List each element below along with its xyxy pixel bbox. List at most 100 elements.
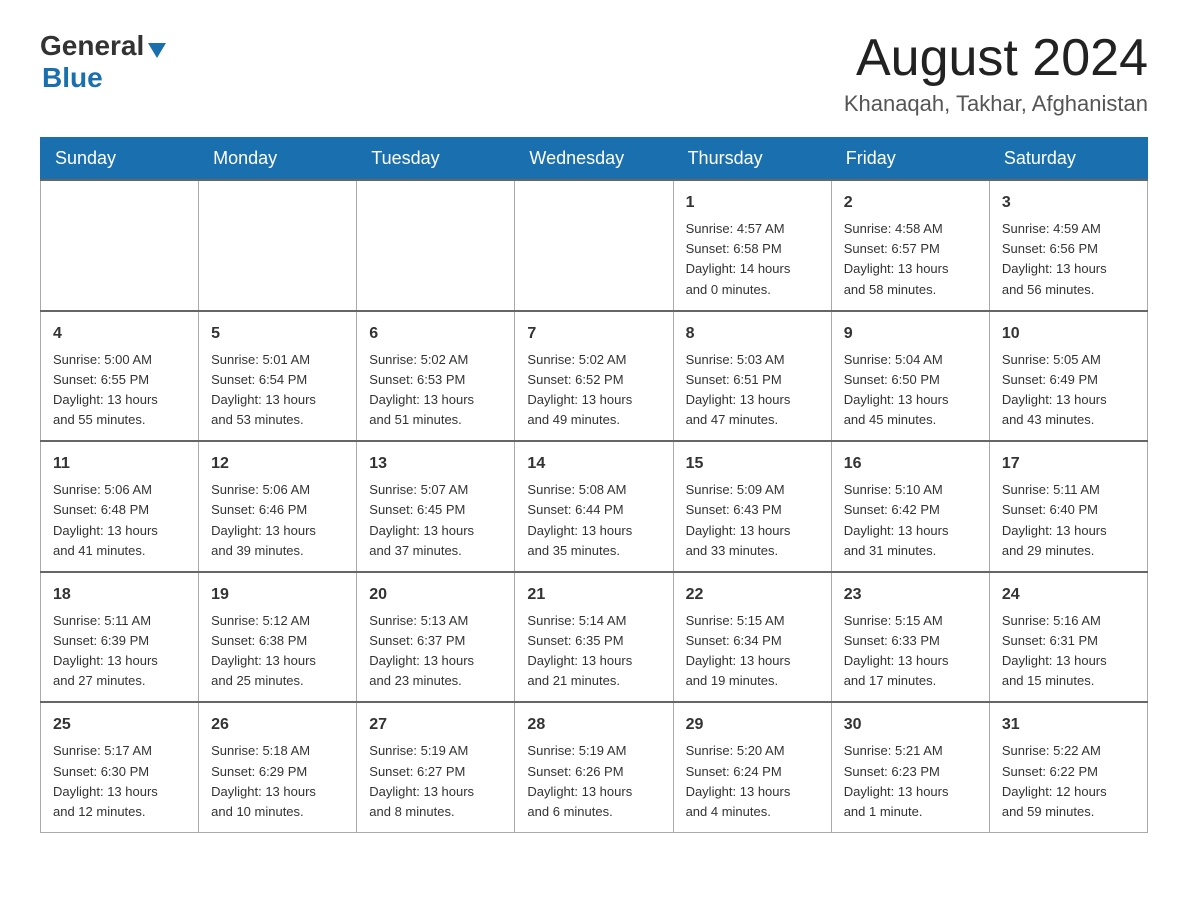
day-number: 9 [844,322,977,346]
logo-general: General [40,30,144,62]
calendar-cell: 11 Sunrise: 5:06 AM Sunset: 6:48 PM Dayli… [41,441,199,572]
calendar-cell: 31 Sunrise: 5:22 AM Sunset: 6:22 PM Dayli… [989,702,1147,832]
calendar-cell: 16 Sunrise: 5:10 AM Sunset: 6:42 PM Dayli… [831,441,989,572]
day-number: 28 [527,713,660,737]
day-number: 25 [53,713,186,737]
calendar-cell: 4 Sunrise: 5:00 AM Sunset: 6:55 PM Daylig… [41,311,199,442]
day-number: 4 [53,322,186,346]
location-subtitle: Khanaqah, Takhar, Afghanistan [844,91,1148,117]
day-info: Sunrise: 5:05 AM Sunset: 6:49 PM Dayligh… [1002,350,1135,431]
day-number: 20 [369,583,502,607]
col-friday: Friday [831,138,989,181]
calendar-cell [199,180,357,311]
day-info: Sunrise: 5:15 AM Sunset: 6:33 PM Dayligh… [844,611,977,692]
calendar-cell: 26Sunrise: 5:18 AM Sunset: 6:29 PM Dayli… [199,702,357,832]
day-info: Sunrise: 5:03 AM Sunset: 6:51 PM Dayligh… [686,350,819,431]
calendar-cell: 10Sunrise: 5:05 AM Sunset: 6:49 PM Dayli… [989,311,1147,442]
calendar-cell: 21Sunrise: 5:14 AM Sunset: 6:35 PM Dayli… [515,572,673,703]
week-row-5: 25Sunrise: 5:17 AM Sunset: 6:30 PM Dayli… [41,702,1148,832]
day-info: Sunrise: 5:21 AM Sunset: 6:23 PM Dayligh… [844,741,977,822]
calendar-cell: 5Sunrise: 5:01 AM Sunset: 6:54 PM Daylig… [199,311,357,442]
logo-blue: Blue [42,62,103,93]
calendar-cell: 23 Sunrise: 5:15 AM Sunset: 6:33 PM Dayli… [831,572,989,703]
day-number: 27 [369,713,502,737]
day-number: 15 [686,452,819,476]
col-sunday: Sunday [41,138,199,181]
page-header: General Blue August 2024 Khanaqah, Takha… [40,30,1148,117]
day-info: Sunrise: 5:02 AM Sunset: 6:53 PM Dayligh… [369,350,502,431]
day-number: 17 [1002,452,1135,476]
day-info: Sunrise: 4:57 AM Sunset: 6:58 PM Dayligh… [686,219,819,300]
day-number: 29 [686,713,819,737]
day-number: 11 [53,452,186,476]
calendar-cell: 1 Sunrise: 4:57 AM Sunset: 6:58 PM Daylig… [673,180,831,311]
week-row-1: 1 Sunrise: 4:57 AM Sunset: 6:58 PM Daylig… [41,180,1148,311]
day-number: 26 [211,713,344,737]
calendar-cell [41,180,199,311]
calendar-cell: 12Sunrise: 5:06 AM Sunset: 6:46 PM Dayli… [199,441,357,572]
day-info: Sunrise: 5:11 AM Sunset: 6:39 PM Dayligh… [53,611,186,692]
col-wednesday: Wednesday [515,138,673,181]
day-number: 23 [844,583,977,607]
logo: General Blue [40,30,166,94]
calendar-cell: 6 Sunrise: 5:02 AM Sunset: 6:53 PM Daylig… [357,311,515,442]
day-number: 30 [844,713,977,737]
col-saturday: Saturday [989,138,1147,181]
calendar-cell: 8Sunrise: 5:03 AM Sunset: 6:51 PM Daylig… [673,311,831,442]
day-info: Sunrise: 5:22 AM Sunset: 6:22 PM Dayligh… [1002,741,1135,822]
calendar-cell: 29 Sunrise: 5:20 AM Sunset: 6:24 PM Dayli… [673,702,831,832]
day-info: Sunrise: 5:16 AM Sunset: 6:31 PM Dayligh… [1002,611,1135,692]
day-info: Sunrise: 4:59 AM Sunset: 6:56 PM Dayligh… [1002,219,1135,300]
day-number: 13 [369,452,502,476]
calendar-cell: 13 Sunrise: 5:07 AM Sunset: 6:45 PM Dayli… [357,441,515,572]
day-number: 31 [1002,713,1135,737]
day-info: Sunrise: 5:20 AM Sunset: 6:24 PM Dayligh… [686,741,819,822]
col-monday: Monday [199,138,357,181]
day-info: Sunrise: 5:19 AM Sunset: 6:26 PM Dayligh… [527,741,660,822]
day-number: 7 [527,322,660,346]
calendar-cell: 3 Sunrise: 4:59 AM Sunset: 6:56 PM Daylig… [989,180,1147,311]
week-row-2: 4 Sunrise: 5:00 AM Sunset: 6:55 PM Daylig… [41,311,1148,442]
day-number: 1 [686,191,819,215]
calendar-cell: 19 Sunrise: 5:12 AM Sunset: 6:38 PM Dayli… [199,572,357,703]
day-info: Sunrise: 5:04 AM Sunset: 6:50 PM Dayligh… [844,350,977,431]
day-info: Sunrise: 5:11 AM Sunset: 6:40 PM Dayligh… [1002,480,1135,561]
logo-triangle-icon [148,43,166,58]
calendar-cell: 30 Sunrise: 5:21 AM Sunset: 6:23 PM Dayli… [831,702,989,832]
day-info: Sunrise: 4:58 AM Sunset: 6:57 PM Dayligh… [844,219,977,300]
title-block: August 2024 Khanaqah, Takhar, Afghanista… [844,30,1148,117]
day-number: 5 [211,322,344,346]
calendar-cell: 22Sunrise: 5:15 AM Sunset: 6:34 PM Dayli… [673,572,831,703]
col-tuesday: Tuesday [357,138,515,181]
day-number: 22 [686,583,819,607]
calendar-cell: 7Sunrise: 5:02 AM Sunset: 6:52 PM Daylig… [515,311,673,442]
day-info: Sunrise: 5:07 AM Sunset: 6:45 PM Dayligh… [369,480,502,561]
day-number: 16 [844,452,977,476]
day-number: 19 [211,583,344,607]
calendar-cell [515,180,673,311]
day-number: 3 [1002,191,1135,215]
day-number: 6 [369,322,502,346]
day-info: Sunrise: 5:08 AM Sunset: 6:44 PM Dayligh… [527,480,660,561]
day-info: Sunrise: 5:19 AM Sunset: 6:27 PM Dayligh… [369,741,502,822]
day-number: 2 [844,191,977,215]
calendar-cell: 14 Sunrise: 5:08 AM Sunset: 6:44 PM Dayli… [515,441,673,572]
day-number: 18 [53,583,186,607]
calendar-table: Sunday Monday Tuesday Wednesday Thursday… [40,137,1148,833]
col-thursday: Thursday [673,138,831,181]
day-info: Sunrise: 5:00 AM Sunset: 6:55 PM Dayligh… [53,350,186,431]
calendar-cell: 28 Sunrise: 5:19 AM Sunset: 6:26 PM Dayli… [515,702,673,832]
calendar-cell: 2 Sunrise: 4:58 AM Sunset: 6:57 PM Daylig… [831,180,989,311]
week-row-3: 11 Sunrise: 5:06 AM Sunset: 6:48 PM Dayli… [41,441,1148,572]
calendar-header-row: Sunday Monday Tuesday Wednesday Thursday… [41,138,1148,181]
day-info: Sunrise: 5:12 AM Sunset: 6:38 PM Dayligh… [211,611,344,692]
calendar-cell: 17 Sunrise: 5:11 AM Sunset: 6:40 PM Dayli… [989,441,1147,572]
calendar-cell [357,180,515,311]
day-info: Sunrise: 5:06 AM Sunset: 6:48 PM Dayligh… [53,480,186,561]
calendar-cell: 20 Sunrise: 5:13 AM Sunset: 6:37 PM Dayli… [357,572,515,703]
day-info: Sunrise: 5:13 AM Sunset: 6:37 PM Dayligh… [369,611,502,692]
day-number: 14 [527,452,660,476]
day-info: Sunrise: 5:10 AM Sunset: 6:42 PM Dayligh… [844,480,977,561]
calendar-cell: 25Sunrise: 5:17 AM Sunset: 6:30 PM Dayli… [41,702,199,832]
month-year-title: August 2024 [844,30,1148,87]
